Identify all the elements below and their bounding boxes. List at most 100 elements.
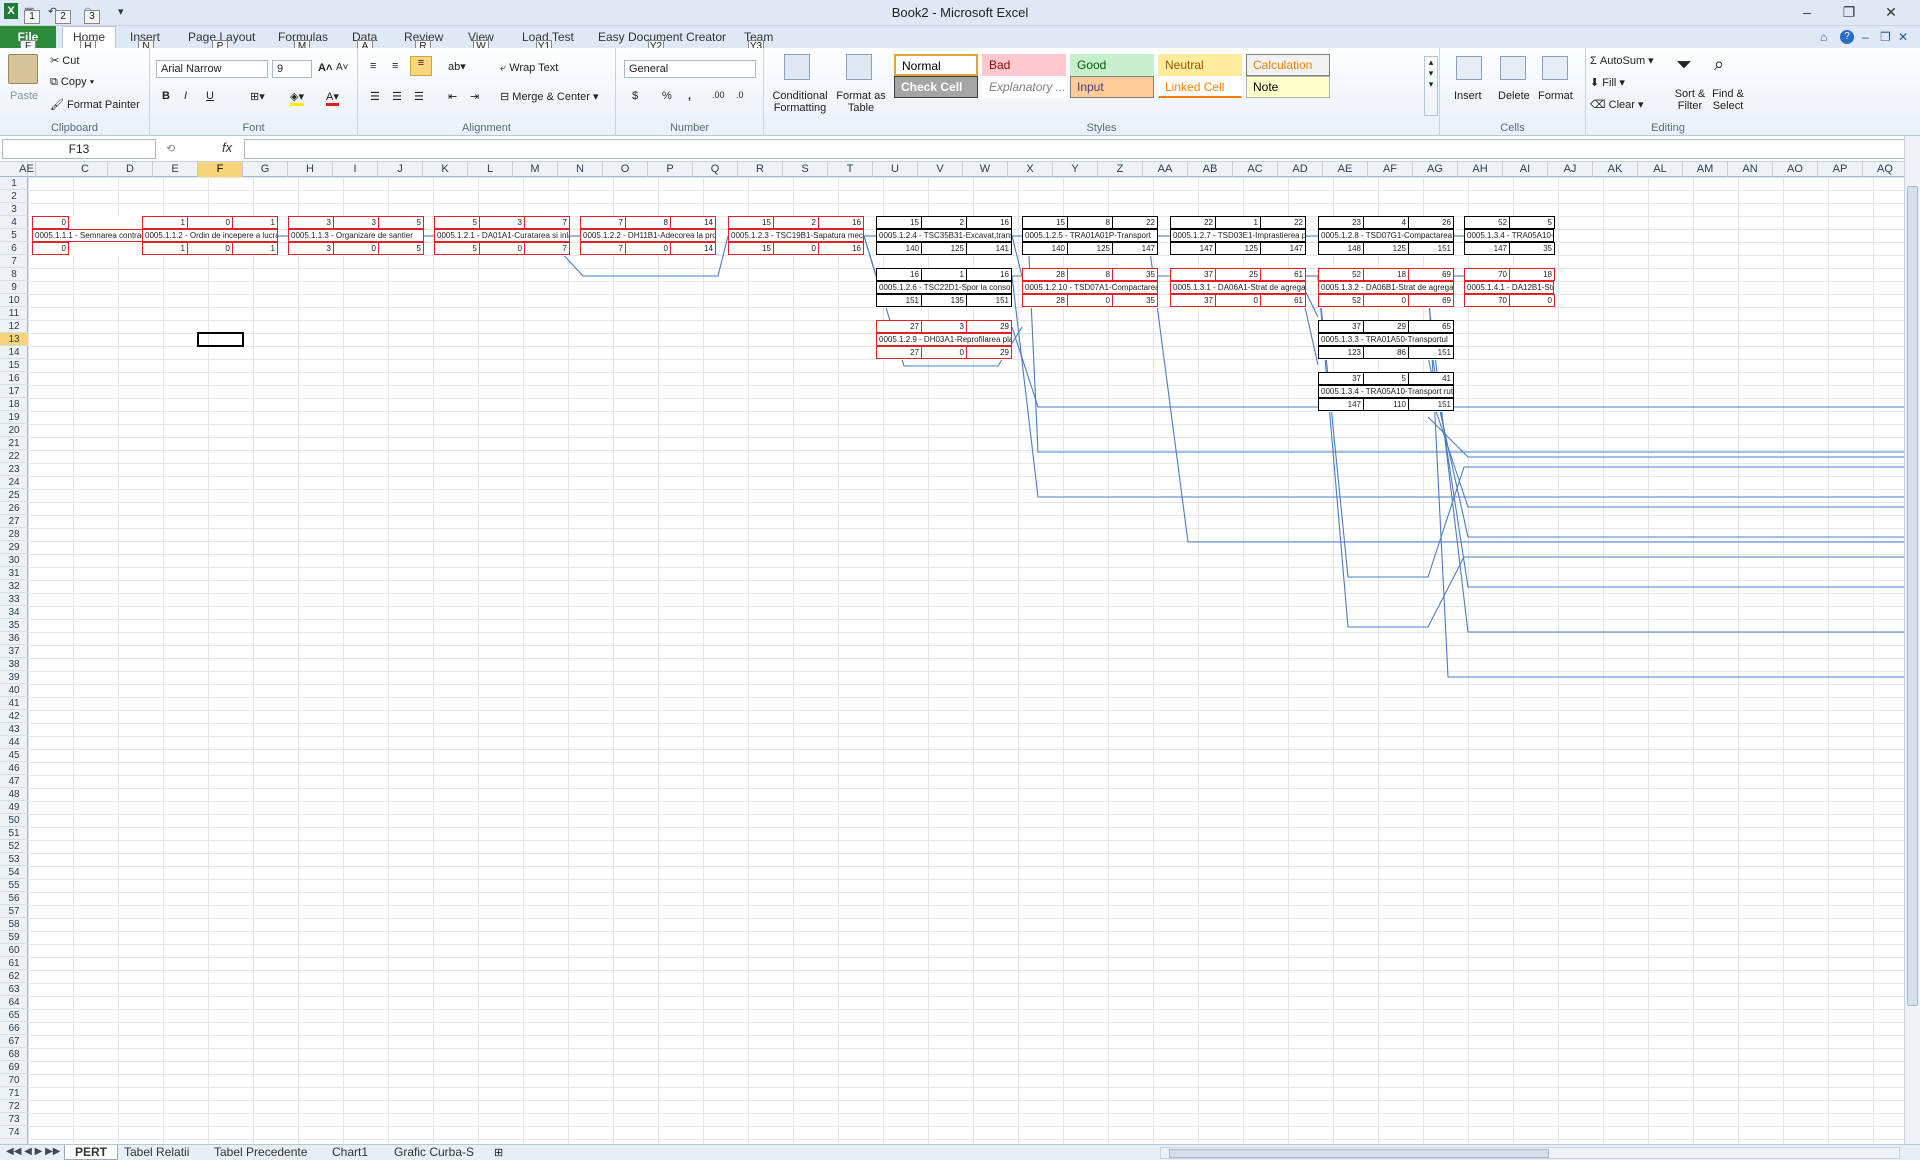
row-header-5[interactable]: 5 [0, 229, 28, 242]
pert-node[interactable]: 152160005.1.2.3 - TSC19B1-Sapatura mecan… [728, 216, 864, 256]
conditional-formatting-button[interactable]: Conditional Formatting [768, 90, 832, 114]
column-header-ao[interactable]: AO [1773, 162, 1818, 177]
row-header-47[interactable]: 47 [0, 775, 28, 788]
restore-doc-icon[interactable]: ❐ [1880, 30, 1891, 44]
vertical-scroll-thumb[interactable] [1907, 186, 1918, 1006]
column-header-ag[interactable]: AG [1413, 162, 1458, 177]
pert-node[interactable]: 52 18 69 0005.1.3.2 - DA06B1-Strat de agreg… [1318, 268, 1454, 308]
row-header-43[interactable]: 43 [0, 723, 28, 736]
column-header-e[interactable]: E [153, 162, 198, 177]
column-header-ac[interactable]: AC [1233, 162, 1278, 177]
sheet-tab-chart1[interactable]: Chart1 [322, 1145, 378, 1160]
format-cells-icon[interactable] [1542, 56, 1568, 80]
row-header-27[interactable]: 27 [0, 515, 28, 528]
row-header-61[interactable]: 61 [0, 957, 28, 970]
row-header-29[interactable]: 29 [0, 541, 28, 554]
row-header-69[interactable]: 69 [0, 1061, 28, 1074]
new-sheet-icon[interactable]: ⊞ [494, 1146, 503, 1159]
cell-style-bad[interactable]: Bad [982, 54, 1066, 76]
pert-node[interactable]: 27 3 29 0005.1.2.9 - DH03A1-Reprofilarea pl… [876, 320, 1012, 360]
row-header-44[interactable]: 44 [0, 736, 28, 749]
row-header-50[interactable]: 50 [0, 814, 28, 827]
row-header-62[interactable]: 62 [0, 970, 28, 983]
increase-indent-icon[interactable]: ⇥ [470, 90, 479, 103]
autosum-button[interactable]: Σ AutoSum ▾ [1590, 54, 1654, 67]
row-header-16[interactable]: 16 [0, 372, 28, 385]
column-header-ae[interactable]: AE [1323, 162, 1368, 177]
column-header-o[interactable]: O [603, 162, 648, 177]
pert-node[interactable]: 28 8 35 0005.1.2.10 - TSD07A1-Compactarea 28… [1022, 268, 1158, 308]
ribbon-minimize-icon[interactable]: ⌂ [1820, 30, 1827, 44]
cell-style-neutral[interactable]: Neutral [1158, 54, 1242, 76]
pert-node[interactable]: 5370005.1.2.1 - DA01A1-Curatarea si inla… [434, 216, 570, 256]
row-header-19[interactable]: 19 [0, 411, 28, 424]
sheet-tab-tabel-relatii[interactable]: Tabel Relatii [114, 1145, 199, 1160]
row-header-11[interactable]: 11 [0, 307, 28, 320]
row-header-66[interactable]: 66 [0, 1022, 28, 1035]
cell-style-check-cell[interactable]: Check Cell [894, 76, 978, 98]
wrap-text-button[interactable]: ⤶ Wrap Text [500, 62, 558, 75]
row-header-22[interactable]: 22 [0, 450, 28, 463]
row-header-7[interactable]: 7 [0, 255, 28, 268]
align-top-icon[interactable]: ≡ [370, 60, 376, 72]
column-header-ad[interactable]: AD [1278, 162, 1323, 177]
row-header-64[interactable]: 64 [0, 996, 28, 1009]
orientation-icon[interactable]: ab▾ [448, 60, 466, 73]
minimize-doc-icon[interactable]: – [1862, 30, 1869, 44]
column-header-n[interactable]: N [558, 162, 603, 177]
row-header-13[interactable]: 13 [0, 333, 28, 346]
row-header-48[interactable]: 48 [0, 788, 28, 801]
row-header-70[interactable]: 70 [0, 1074, 28, 1087]
sheet-tab-pert[interactable]: PERT [64, 1145, 119, 1160]
row-header-63[interactable]: 63 [0, 983, 28, 996]
row-header-46[interactable]: 46 [0, 762, 28, 775]
grow-font-icon[interactable]: A˄ [318, 62, 332, 74]
row-header-52[interactable]: 52 [0, 840, 28, 853]
pert-node[interactable]: 15 8 22 0005.1.2.5 - TRA01A01P-Transport 140… [1022, 216, 1158, 256]
formula-input[interactable] [244, 139, 1908, 159]
row-header-1[interactable]: 1 [0, 177, 28, 190]
row-header-33[interactable]: 33 [0, 593, 28, 606]
pert-node[interactable]: 70180005.1.4.1 - DA12B1-Strat de beton70… [1464, 268, 1555, 308]
cell-style-input[interactable]: Input [1070, 76, 1154, 98]
sheet-nav-icon[interactable]: ◀◀ ◀ ▶ ▶▶ [6, 1146, 60, 1157]
row-header-34[interactable]: 34 [0, 606, 28, 619]
row-header-9[interactable]: 9 [0, 281, 28, 294]
cell-style-note[interactable]: Note [1246, 76, 1330, 98]
column-header-q[interactable]: Q [693, 162, 738, 177]
row-header-20[interactable]: 20 [0, 424, 28, 437]
column-header-x[interactable]: X [1008, 162, 1053, 177]
column-header-w[interactable]: W [963, 162, 1008, 177]
column-header-d[interactable]: D [108, 162, 153, 177]
column-header-f[interactable]: F [198, 162, 243, 177]
column-header-ai[interactable]: AI [1503, 162, 1548, 177]
align-right-icon[interactable]: ☰ [414, 90, 424, 103]
row-header-8[interactable]: 8 [0, 268, 28, 281]
row-header-55[interactable]: 55 [0, 879, 28, 892]
insert-cells-icon[interactable] [1456, 56, 1482, 80]
restore-icon[interactable]: ❐ [1834, 4, 1864, 21]
column-header-k[interactable]: K [423, 162, 468, 177]
currency-button[interactable]: $ [632, 90, 638, 102]
name-box[interactable]: F13 [2, 139, 156, 159]
row-header-37[interactable]: 37 [0, 645, 28, 658]
close-doc-icon[interactable]: ✕ [1898, 30, 1908, 44]
format-button[interactable]: Format [1538, 90, 1573, 102]
bold-button[interactable]: B [162, 90, 170, 102]
underline-button[interactable]: U [206, 90, 214, 102]
row-header-53[interactable]: 53 [0, 853, 28, 866]
cell-style-calculation[interactable]: Calculation [1246, 54, 1330, 76]
fill-button[interactable]: ⬇ Fill ▾ [1590, 76, 1625, 89]
column-header-aq[interactable]: AQ [1863, 162, 1904, 177]
close-icon[interactable]: ✕ [1876, 4, 1906, 21]
row-header-36[interactable]: 36 [0, 632, 28, 645]
sort-filter-icon[interactable]: ⏷ [1676, 54, 1692, 77]
row-header-45[interactable]: 45 [0, 749, 28, 762]
column-header-h[interactable]: H [288, 162, 333, 177]
cell-area[interactable]: 0 0005.1.1.1 - Semnarea contractului 0 1 0 1 0… [28, 177, 1904, 1144]
row-header-72[interactable]: 72 [0, 1100, 28, 1113]
column-header-am[interactable]: AM [1683, 162, 1728, 177]
comma-button[interactable]: , [688, 90, 691, 102]
row-header-23[interactable]: 23 [0, 463, 28, 476]
pert-node[interactable]: 1 0 1 0005.1.1.2 - Ordin de incepere a lucr… [142, 216, 278, 256]
